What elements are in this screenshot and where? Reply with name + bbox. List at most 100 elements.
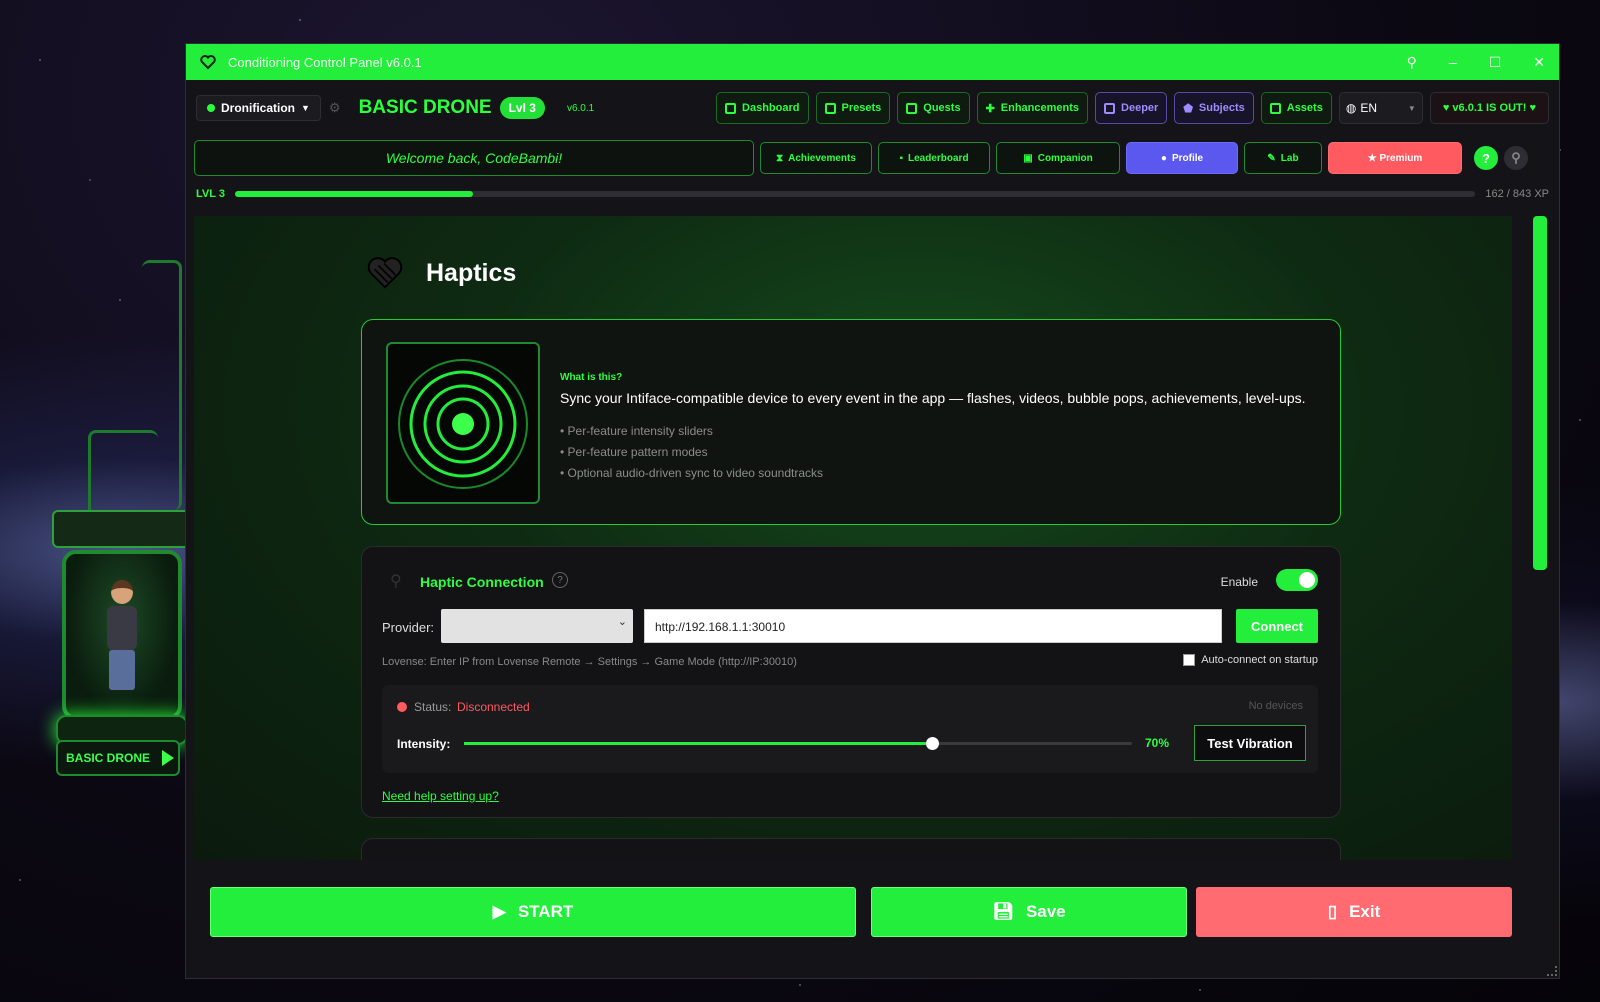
status-dot-icon [397,702,407,712]
nav-presets[interactable]: Presets [815,92,891,124]
devices-label: No devices [1248,700,1303,712]
mode-dropdown-label: Dronification [221,101,295,115]
mode-dropdown[interactable]: Dronification ▼ [196,95,321,121]
link-icon[interactable]: ⚲ [1407,54,1417,71]
main-nav: Dashboard Presets Quests ✚ Enhancements D… [716,92,1549,124]
connect-button[interactable]: Connect [1236,609,1318,643]
tab-premium[interactable]: ★ Premium [1328,142,1462,174]
nav-quests[interactable]: Quests [897,92,970,124]
auto-connect-label: Auto-connect on startup [1201,654,1318,666]
start-label: START [517,902,574,921]
nav-deeper[interactable]: Deeper [1095,92,1168,124]
header: Dronification ▼ ⚙ BASIC DRONE Lvl 3 v6.0.… [186,80,1559,136]
leaderboard-icon: ▪ [899,152,903,164]
language-select[interactable]: ◍ EN ▼ [1338,92,1423,124]
nav-label: Subjects [1198,102,1245,114]
tab-label: Leaderboard [907,152,969,164]
pod-pipe [88,430,158,520]
slider-thumb[interactable] [925,737,939,750]
page-title: Haptics [426,258,517,287]
minimize-button[interactable]: – [1449,54,1457,70]
main-content: Haptics What is this? Sync your Intiface… [194,216,1512,860]
xp-fill [234,191,474,197]
play-icon [162,750,175,766]
globe-icon: ◍ [1345,101,1357,115]
tab-label: Companion [1037,152,1093,164]
status-panel: Status: Disconnected No devices Intensit… [382,685,1318,773]
section-title: Haptic Connection [420,574,544,590]
nav-enhancements[interactable]: ✚ Enhancements [976,92,1089,124]
start-button[interactable]: ▶ START [210,887,856,937]
avatar-label-button[interactable]: BASIC DRONE [56,740,180,776]
xp-bar: LVL 3 162 / 843 XP [186,180,1559,208]
avatar-figure[interactable] [100,580,144,700]
nav-label: Quests [923,102,961,114]
tab-companion[interactable]: ▣ Companion [996,142,1120,174]
nav-assets[interactable]: Assets [1260,92,1332,124]
xp-text: 162 / 843 XP [1485,188,1549,200]
status-dot-icon [207,104,215,112]
provider-select[interactable] [441,609,633,643]
exit-button[interactable]: ▯ Exit [1196,887,1512,937]
enable-toggle[interactable] [1276,569,1318,591]
tab-lab[interactable]: ✎ Lab [1244,142,1322,174]
page-header: Haptics [366,254,516,292]
tab-label: ★ Premium [1367,152,1423,164]
exit-icon: ▯ [1327,902,1338,921]
app-window: Conditioning Control Panel v6.0.1 ⚲ – ☐ … [185,43,1560,979]
help-link[interactable]: Need help setting up? [382,789,499,803]
nav-label: Enhancements [1000,102,1080,114]
save-button[interactable]: 💾︎ Save [871,887,1187,937]
tab-leaderboard[interactable]: ▪ Leaderboard [878,142,990,174]
companion-icon: ▣ [1023,152,1033,164]
footer: ▶ START 💾︎ Save ▯ Exit [186,860,1559,978]
welcome-banner: Welcome back, CodeBambi! [194,140,754,176]
subjects-icon: ⬟ [1183,102,1193,115]
nav-label: Assets [1286,102,1323,114]
lovense-hint: Lovense: Enter IP from Lovense Remote → … [382,656,797,668]
help-icon[interactable]: ? [552,572,568,588]
close-button[interactable]: ✕ [1533,54,1545,71]
checkbox-icon[interactable] [1183,654,1196,666]
test-vibration-button[interactable]: Test Vibration [1194,725,1306,761]
heart-icon: ♥ [1526,102,1536,114]
update-badge[interactable]: ♥ v6.0.1 IS OUT! ♥ [1429,92,1549,124]
intensity-slider[interactable] [464,737,1132,750]
maximize-button[interactable]: ☐ [1489,54,1502,71]
help-button[interactable]: ? [1474,146,1498,170]
help-label: ? [1482,150,1490,166]
title-bar: Conditioning Control Panel v6.0.1 ⚲ – ☐ … [186,44,1559,80]
slider-fill [464,742,932,745]
enable-label: Enable [1220,575,1258,589]
auto-connect-checkbox[interactable]: Auto-connect on startup [1183,654,1318,666]
tab-profile[interactable]: ● Profile [1126,142,1238,174]
haptics-illustration [386,342,540,504]
heart-logo-icon [200,55,216,70]
list-item: • Per-feature pattern modes [560,445,708,459]
url-input[interactable]: http://192.168.1.1:30010 [644,609,1222,643]
user-icon: ● [1160,152,1167,164]
settings-gear-icon[interactable]: ⚙ [329,100,341,116]
nav-subjects[interactable]: ⬟ Subjects [1174,92,1254,124]
next-section-card [361,838,1341,860]
exit-label: Exit [1349,902,1381,921]
nav-label: Dashboard [742,102,800,114]
quests-icon [906,102,918,114]
save-icon: 💾︎ [992,902,1014,921]
tab-achievements[interactable]: ⧗ Achievements [760,142,872,174]
save-label: Save [1025,902,1066,921]
nav-label: Presets [841,102,882,114]
info-description: Sync your Intiface-compatible device to … [560,390,1306,406]
info-card: What is this? Sync your Intiface-compati… [361,319,1341,525]
avatar-pod [22,260,192,800]
trophy-icon: ⧗ [776,152,784,164]
vibration-rings-icon [398,359,528,489]
resize-grip[interactable] [1547,966,1557,976]
link-settings-button[interactable]: ⚲ [1504,146,1528,170]
pencil-icon: ✎ [1267,152,1276,164]
avatar-label: BASIC DRONE [66,751,151,765]
chevron-down-icon: ▼ [301,103,310,113]
nav-dashboard[interactable]: Dashboard [716,92,809,124]
window-title: Conditioning Control Panel v6.0.1 [228,54,422,70]
scrollbar[interactable] [1533,216,1547,570]
